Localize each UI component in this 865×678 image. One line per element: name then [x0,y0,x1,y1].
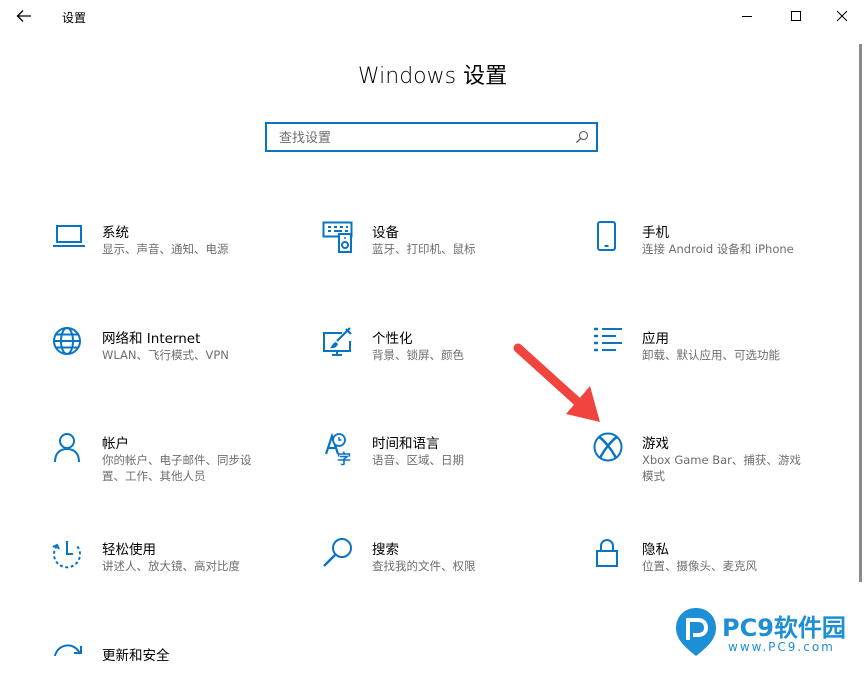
scrollbar[interactable] [859,44,862,582]
lock-icon [596,539,618,567]
title-bar: 设置 [0,0,865,32]
minimize-icon [742,16,752,17]
pc9-logo-icon [676,608,716,656]
xbox-icon [593,432,623,462]
tile-system[interactable]: 系统 显示、声音、通知、电源 [52,221,292,301]
tile-gaming-desc: Xbox Game Bar、捕获、游戏模式 [642,453,801,483]
tile-system-name: 系统 [102,225,129,241]
tile-system-desc: 显示、声音、通知、电源 [102,242,229,256]
tile-update-security[interactable]: 更新和安全 [52,644,292,664]
back-arrow-icon [16,10,31,22]
tile-update-security-name: 更新和安全 [102,648,170,664]
tile-ease-of-access[interactable]: 轻松使用 讲述人、放大镜、高对比度 [52,538,292,618]
tile-personalization-name: 个性化 [372,331,413,347]
tile-search-desc: 查找我的文件、权限 [372,559,476,573]
tile-network[interactable]: 网络和 Internet WLAN、飞行模式、VPN [52,327,292,407]
tile-gaming[interactable]: 游戏 Xbox Game Bar、捕获、游戏模式 [592,432,832,512]
tile-privacy-name: 隐私 [642,542,669,558]
ease-of-access-icon [52,541,81,569]
maximize-button[interactable] [774,0,818,32]
tile-gaming-name: 游戏 [642,436,669,452]
tile-apps-name: 应用 [642,331,669,347]
page-title: Windows 设置 [357,64,508,89]
tile-time-language-desc: 语音、区域、日期 [372,453,464,467]
minimize-button[interactable] [725,0,769,32]
tile-accounts-desc: 你的帐户、电子邮件、同步设置、工作、其他人员 [102,453,252,483]
keyboard-speaker-icon [322,221,353,253]
search-box[interactable] [265,122,598,152]
tile-phone[interactable]: 手机 连接 Android 设备和 iPhone [592,221,832,301]
close-button[interactable] [820,0,864,32]
close-icon [836,10,848,22]
watermark: PC9软件园 www.PC9.com [670,604,860,660]
globe-icon [53,327,81,355]
tile-apps-desc: 卸载、默认应用、可选功能 [642,348,780,362]
tile-phone-desc: 连接 Android 设备和 iPhone [642,242,794,256]
tile-ease-of-access-desc: 讲述人、放大镜、高对比度 [102,559,240,573]
tile-ease-of-access-name: 轻松使用 [102,542,156,558]
tile-devices-name: 设备 [372,225,399,241]
tile-time-language-name: 时间和语言 [372,436,440,452]
update-icon [54,644,82,657]
tile-accounts[interactable]: 帐户 你的帐户、电子邮件、同步设置、工作、其他人员 [52,432,292,512]
tile-devices-desc: 蓝牙、打印机、鼠标 [372,242,476,256]
maximize-icon [791,11,801,21]
search-magnifier-icon [323,538,352,567]
tile-time-language[interactable]: 字 时间和语言 语音、区域、日期 [322,432,562,512]
tile-apps[interactable]: 应用 卸载、默认应用、可选功能 [592,327,832,407]
tile-devices[interactable]: 设备 蓝牙、打印机、鼠标 [322,221,562,301]
tile-search-name: 搜索 [372,542,399,558]
tile-privacy-desc: 位置、摄像头、麦克风 [642,559,757,573]
phone-icon [597,221,616,251]
laptop-icon [53,225,85,247]
paint-icon [323,327,352,356]
watermark-brand: PC9软件园 [722,614,846,642]
back-button[interactable] [10,4,38,28]
search-icon [576,130,589,143]
person-icon [54,433,80,463]
time-language-icon: 字 [324,432,351,466]
tile-phone-name: 手机 [642,225,669,241]
annotation-arrow-icon [513,343,600,422]
svg-text:字: 字 [337,451,351,466]
search-input[interactable] [277,124,571,152]
tile-network-name: 网络和 Internet [102,331,201,347]
app-title: 设置 [62,11,87,25]
tile-network-desc: WLAN、飞行模式、VPN [102,348,229,362]
watermark-site: www.PC9.com [728,640,835,654]
tile-accounts-name: 帐户 [102,436,129,452]
tile-search[interactable]: 搜索 查找我的文件、权限 [322,538,562,618]
